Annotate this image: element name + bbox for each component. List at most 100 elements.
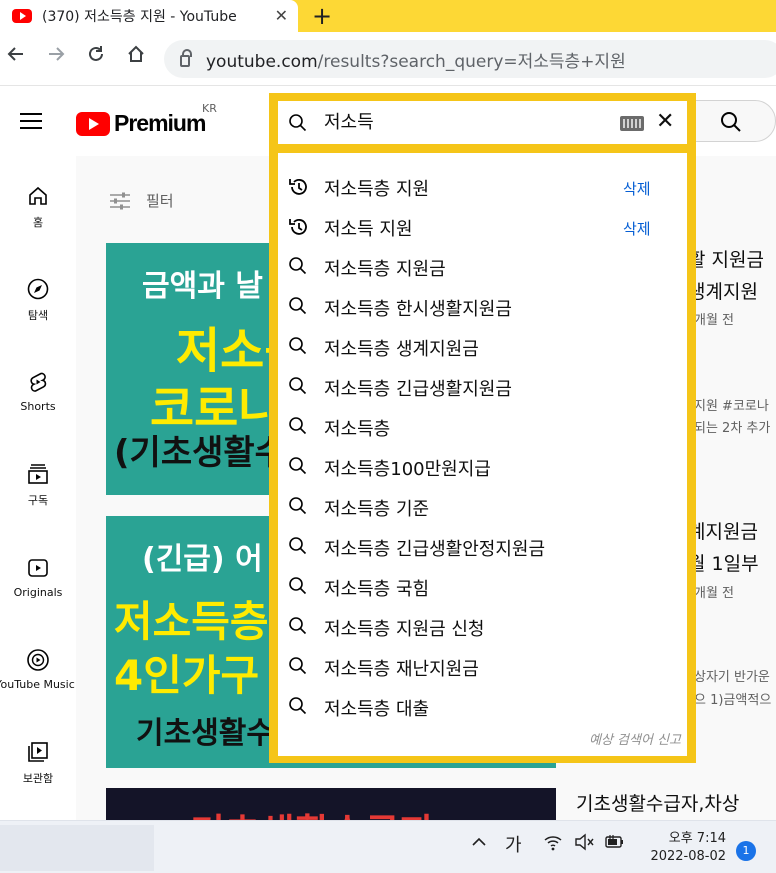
youtube-favicon-icon xyxy=(12,9,32,23)
video-title[interactable]: 계지원금 xyxy=(688,517,758,544)
keyboard-icon[interactable] xyxy=(620,116,644,131)
search-icon xyxy=(720,111,742,137)
search-icon xyxy=(288,336,308,360)
suggestion-text: 저소득층 지원 xyxy=(324,179,430,200)
video-title[interactable]: 활 지원금 xyxy=(688,245,764,272)
search-suggestion[interactable]: 저소득층 긴급생활지원금 xyxy=(278,366,687,406)
search-icon xyxy=(288,256,308,280)
search-icon xyxy=(288,536,308,560)
chevron-up-icon[interactable] xyxy=(470,833,488,856)
video-title[interactable]: 월 1일부 xyxy=(688,549,759,576)
clear-icon[interactable]: ✕ xyxy=(656,110,674,134)
search-icon xyxy=(288,376,308,400)
address-bar[interactable]: youtube.com/results?search_query=저소득층+지원 xyxy=(164,40,776,78)
sidebar-item-home[interactable]: 홈 xyxy=(0,184,76,230)
search-suggestion[interactable]: 저소득층 지원금 xyxy=(278,246,687,286)
filter-label: 필터 xyxy=(146,192,174,210)
sidebar-item-library[interactable]: 보관함 xyxy=(0,740,76,786)
clock-time: 오후 7:14 xyxy=(668,831,726,846)
tab-title: (370) 저소득층 지원 - YouTube xyxy=(42,9,237,25)
history-icon xyxy=(288,216,310,242)
new-tab-button[interactable]: + xyxy=(312,2,332,30)
sidebar-item-label: YouTube Music xyxy=(0,678,75,691)
filter-button[interactable]: 필터 xyxy=(108,190,174,211)
sidebar-item-explore[interactable]: 탐색 xyxy=(0,277,76,323)
taskbar-app[interactable] xyxy=(0,825,154,871)
notification-badge[interactable]: 1 xyxy=(736,841,756,861)
delete-suggestion-link[interactable]: 삭제 xyxy=(623,178,651,199)
suggestion-text: 저소득층100만원지급 xyxy=(324,459,491,480)
subscriptions-icon xyxy=(28,464,48,484)
search-icon xyxy=(288,496,308,520)
search-box[interactable]: ✕ xyxy=(278,101,687,144)
search-input[interactable] xyxy=(324,110,604,131)
suggestion-text: 저소득층 긴급생활안정지원금 xyxy=(324,539,546,560)
shorts-icon xyxy=(30,372,47,392)
suggestion-text: 저소득층 국힘 xyxy=(324,579,430,600)
reload-icon[interactable] xyxy=(84,44,108,68)
search-suggestion[interactable]: 저소득층 xyxy=(278,406,687,446)
suggestion-text: 저소득층 지원금 xyxy=(324,259,446,280)
sidebar-item-shorts[interactable]: Shorts xyxy=(0,370,76,413)
search-suggestion[interactable]: 저소득층 재난지원금 xyxy=(278,646,687,686)
thumbnail-text: (기초생활수 xyxy=(114,433,286,473)
ime-indicator[interactable]: 가 xyxy=(505,831,522,857)
search-suggestion[interactable]: 저소득층 생계지원금 xyxy=(278,326,687,366)
forward-arrow-icon[interactable] xyxy=(44,44,68,68)
sidebar-item-label: 구독 xyxy=(27,494,49,507)
suggestion-text: 저소득층 대출 xyxy=(324,699,430,720)
search-suggestion[interactable]: 저소득층 국힘 xyxy=(278,566,687,606)
search-icon xyxy=(288,576,308,600)
suggestion-text: 저소득층 긴급생활지원금 xyxy=(324,379,512,400)
home-icon xyxy=(29,186,47,205)
thumbnail-text: 금액과 날 xyxy=(142,269,263,304)
sidebar-item-originals[interactable]: Originals xyxy=(0,556,76,599)
report-suggestions-link[interactable]: 예상 검색어 신고 xyxy=(589,729,681,748)
search-icon xyxy=(288,296,308,320)
youtube-premium-logo[interactable]: Premium xyxy=(76,110,206,137)
thumbnail-text: (긴급) 어 xyxy=(142,542,263,577)
home-button-icon[interactable] xyxy=(124,44,148,68)
sidebar-item-youtube-music[interactable]: YouTube Music xyxy=(0,648,76,691)
browser-tab[interactable]: (370) 저소득층 지원 - YouTube ✕ xyxy=(0,0,298,32)
search-suggestion[interactable]: 저소득층 긴급생활안정지원금 xyxy=(278,526,687,566)
menu-icon[interactable] xyxy=(20,113,42,129)
browser-tab-strip: (370) 저소득층 지원 - YouTube ✕ + xyxy=(0,0,776,32)
video-meta: 개월 전 xyxy=(694,586,735,601)
taskbar: 가 오후 7:14 2022-08-02 1 xyxy=(0,820,776,873)
suggestion-text: 저소득층 지원금 신청 xyxy=(324,619,485,640)
sidebar-item-label: Originals xyxy=(13,586,63,599)
tab-close-icon[interactable]: ✕ xyxy=(275,6,288,25)
search-icon xyxy=(288,616,308,640)
speaker-muted-icon[interactable] xyxy=(574,833,594,856)
library-icon xyxy=(28,742,48,762)
video-description: 지원 #코로나 xyxy=(694,399,769,414)
back-arrow-icon[interactable] xyxy=(4,44,28,68)
system-clock[interactable]: 오후 7:14 2022-08-02 xyxy=(640,830,726,866)
video-description: 상자기 반가운 xyxy=(694,670,770,685)
search-icon xyxy=(288,456,308,480)
search-suggestion[interactable]: 저소득층 지원금 신청 xyxy=(278,606,687,646)
video-thumbnail[interactable]: 기초생활수급자 xyxy=(106,788,556,820)
search-suggestion[interactable]: 저소득층 한시생활지원금 xyxy=(278,286,687,326)
originals-icon xyxy=(28,559,48,577)
lock-icon xyxy=(180,49,192,67)
search-suggestion[interactable]: 저소득층 대출 xyxy=(278,686,687,726)
logo-text: Premium xyxy=(114,110,206,136)
suggestion-text: 저소득층 생계지원금 xyxy=(324,339,479,360)
sidebar-item-label: 보관함 xyxy=(22,772,54,785)
video-title[interactable]: 생계지원 xyxy=(688,277,758,304)
search-suggestion[interactable]: 저소득층 지원 삭제 xyxy=(278,166,687,206)
search-suggestion[interactable]: 저소득층 기준 xyxy=(278,486,687,526)
sidebar-item-label: 홈 xyxy=(32,216,44,229)
search-suggestion[interactable]: 저소득층100만원지급 xyxy=(278,446,687,486)
search-suggestion[interactable]: 저소득 지원 삭제 xyxy=(278,206,687,246)
wifi-icon[interactable] xyxy=(543,833,563,856)
delete-suggestion-link[interactable]: 삭제 xyxy=(623,218,651,239)
video-title[interactable]: 기초생활수급자,차상 xyxy=(576,789,739,816)
battery-charging-icon[interactable] xyxy=(604,833,626,856)
sidebar-item-subscriptions[interactable]: 구독 xyxy=(0,462,76,508)
browser-toolbar: youtube.com/results?search_query=저소득층+지원 xyxy=(0,32,776,86)
search-icon xyxy=(288,113,308,137)
thumbnail-text: 저소득층 xyxy=(114,597,269,646)
